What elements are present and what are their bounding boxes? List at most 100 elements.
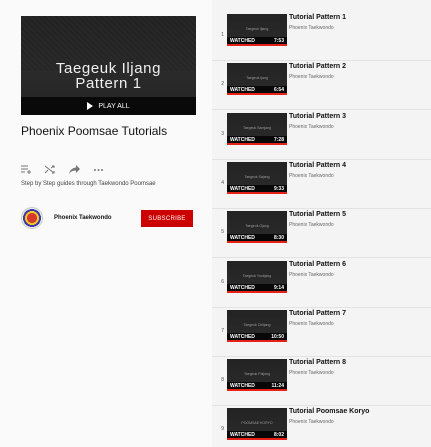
video-title[interactable]: Tutorial Pattern 5	[289, 211, 346, 218]
item-index: 7	[221, 328, 224, 334]
playlist-video-list: 1 Taegeuk Iljang WATCHED 7:53 Tutorial Patte…	[212, 0, 431, 447]
video-thumbnail[interactable]: Taegeuk Ojang WATCHED 8:30	[227, 211, 287, 243]
watched-label: WATCHED	[230, 37, 255, 44]
video-thumbnail[interactable]: Taegeuk Ijang WATCHED 6:54	[227, 63, 287, 95]
video-channel[interactable]: Phoenix Taekwondo	[289, 222, 334, 228]
watched-label: WATCHED	[230, 136, 255, 143]
item-index: 2	[221, 81, 224, 87]
play-all-button[interactable]: PLAY ALL	[21, 97, 196, 115]
thumbnail-title: Taegeuk Sajang	[244, 175, 270, 179]
video-title[interactable]: Tutorial Pattern 8	[289, 359, 346, 366]
watched-label: WATCHED	[230, 431, 255, 438]
watched-overlay: WATCHED 6:54	[227, 86, 287, 95]
watched-label: WATCHED	[230, 234, 255, 241]
watched-label: WATCHED	[230, 284, 255, 291]
playlist-item[interactable]: 9 POOMSAE KORYO WATCHED 8:02 Tutorial Poomsa…	[212, 406, 431, 447]
video-thumbnail[interactable]: Taegeuk Yookjang WATCHED 9:14	[227, 261, 287, 293]
video-title[interactable]: Tutorial Poomsae Koryo	[289, 408, 369, 415]
video-channel[interactable]: Phoenix Taekwondo	[289, 419, 334, 425]
thumbnail-title: Taegeuk Iljang	[245, 27, 269, 31]
hero-title: Taegeuk Iljang Pattern 1	[21, 61, 196, 91]
thumbnail-title: Taegeuk Samjang	[242, 126, 272, 130]
watched-label: WATCHED	[230, 86, 255, 93]
playlist-actions	[21, 161, 104, 174]
playlist-title: Phoenix Poomsae Tutorials	[21, 124, 168, 138]
item-index: 1	[221, 32, 224, 38]
watched-overlay: WATCHED 11:24	[227, 382, 287, 391]
video-duration: 8:30	[273, 234, 284, 241]
video-channel[interactable]: Phoenix Taekwondo	[289, 321, 334, 327]
thumbnail-title: Taegeuk Ojang	[245, 224, 269, 228]
subscribe-button[interactable]: SUBSCRIBE	[141, 210, 193, 227]
video-title[interactable]: Tutorial Pattern 4	[289, 162, 346, 169]
watched-overlay: WATCHED 9:14	[227, 284, 287, 293]
video-duration: 9:33	[273, 185, 284, 192]
playlist-panel: Taegeuk Iljang Pattern 1 PLAY ALL Phoeni…	[0, 0, 212, 447]
channel-avatar[interactable]	[21, 207, 43, 229]
playlist-item[interactable]: 4 Taegeuk Sajang WATCHED 9:33 Tutorial Patte…	[212, 160, 431, 209]
item-index: 6	[221, 279, 224, 285]
playlist-owner: Phoenix Taekwondo	[21, 207, 112, 229]
item-index: 3	[221, 131, 224, 137]
item-index: 8	[221, 377, 224, 383]
video-channel[interactable]: Phoenix Taekwondo	[289, 74, 334, 80]
playlist-item[interactable]: 6 Taegeuk Yookjang WATCHED 9:14 Tutorial Pat…	[212, 259, 431, 308]
playlist-item[interactable]: 7 Taegeuk Chiljang WATCHED 10:50 Tutorial Pa…	[212, 308, 431, 357]
playlist-item[interactable]: 3 Taegeuk Samjang WATCHED 7:28 Tutorial Patt…	[212, 111, 431, 160]
shuffle-icon[interactable]	[44, 161, 56, 174]
channel-name[interactable]: Phoenix Taekwondo	[54, 215, 112, 221]
watched-label: WATCHED	[230, 185, 255, 192]
watched-overlay: WATCHED 8:02	[227, 431, 287, 440]
watched-label: WATCHED	[230, 333, 255, 340]
video-title[interactable]: Tutorial Pattern 3	[289, 113, 346, 120]
watched-overlay: WATCHED 10:50	[227, 333, 287, 342]
playlist-description: Step by Step guides through Taekwondo Po…	[21, 181, 156, 187]
video-channel[interactable]: Phoenix Taekwondo	[289, 272, 334, 278]
item-index: 4	[221, 180, 224, 186]
item-index: 5	[221, 229, 224, 235]
thumbnail-title: Taegeuk Chiljang	[243, 323, 271, 327]
video-duration: 7:53	[273, 37, 284, 44]
watched-overlay: WATCHED 8:30	[227, 234, 287, 243]
item-index: 9	[221, 426, 224, 432]
thumbnail-title: Taegeuk Ijang	[246, 76, 268, 80]
more-icon[interactable]	[93, 161, 104, 171]
share-icon[interactable]	[69, 161, 80, 174]
thumbnail-title: Taegeuk Paljang	[244, 372, 270, 376]
video-title[interactable]: Tutorial Pattern 7	[289, 310, 346, 317]
video-duration: 9:14	[273, 284, 284, 291]
watched-overlay: WATCHED 9:33	[227, 185, 287, 194]
video-title[interactable]: Tutorial Pattern 2	[289, 63, 346, 70]
thumbnail-title: POOMSAE KORYO	[241, 421, 273, 425]
video-thumbnail[interactable]: Taegeuk Samjang WATCHED 7:28	[227, 113, 287, 145]
video-duration: 8:02	[273, 431, 284, 438]
playlist-hero-thumbnail[interactable]: Taegeuk Iljang Pattern 1 PLAY ALL	[21, 16, 196, 115]
video-title[interactable]: Tutorial Pattern 1	[289, 14, 346, 21]
watched-label: WATCHED	[230, 382, 255, 389]
playlist-item[interactable]: 1 Taegeuk Iljang WATCHED 7:53 Tutorial Patte…	[212, 12, 431, 61]
video-thumbnail[interactable]: Taegeuk Chiljang WATCHED 10:50	[227, 310, 287, 342]
hero-title-line1: Taegeuk Iljang	[55, 60, 162, 77]
video-channel[interactable]: Phoenix Taekwondo	[289, 173, 334, 179]
video-thumbnail[interactable]: Taegeuk Iljang WATCHED 7:53	[227, 14, 287, 46]
video-duration: 6:54	[273, 86, 284, 93]
add-to-queue-icon[interactable]	[21, 161, 32, 174]
playlist-item[interactable]: 5 Taegeuk Ojang WATCHED 8:30 Tutorial Patter…	[212, 209, 431, 258]
playlist-item[interactable]: 8 Taegeuk Paljang WATCHED 11:24 Tutorial Pat…	[212, 357, 431, 406]
video-thumbnail[interactable]: POOMSAE KORYO WATCHED 8:02	[227, 408, 287, 440]
hero-title-line2: Pattern 1	[75, 75, 142, 92]
video-channel[interactable]: Phoenix Taekwondo	[289, 25, 334, 31]
thumbnail-title: Taegeuk Yookjang	[242, 274, 272, 278]
playlist-item[interactable]: 2 Taegeuk Ijang WATCHED 6:54 Tutorial Patter…	[212, 61, 431, 110]
video-channel[interactable]: Phoenix Taekwondo	[289, 124, 334, 130]
video-thumbnail[interactable]: Taegeuk Paljang WATCHED 11:24	[227, 359, 287, 391]
video-duration: 7:28	[273, 136, 284, 143]
watched-overlay: WATCHED 7:53	[227, 37, 287, 46]
watched-overlay: WATCHED 7:28	[227, 136, 287, 145]
play-icon	[87, 102, 94, 110]
play-all-label: PLAY ALL	[98, 102, 130, 110]
video-channel[interactable]: Phoenix Taekwondo	[289, 370, 334, 376]
video-title[interactable]: Tutorial Pattern 6	[289, 261, 346, 268]
video-duration: 10:50	[271, 333, 284, 340]
video-thumbnail[interactable]: Taegeuk Sajang WATCHED 9:33	[227, 162, 287, 194]
